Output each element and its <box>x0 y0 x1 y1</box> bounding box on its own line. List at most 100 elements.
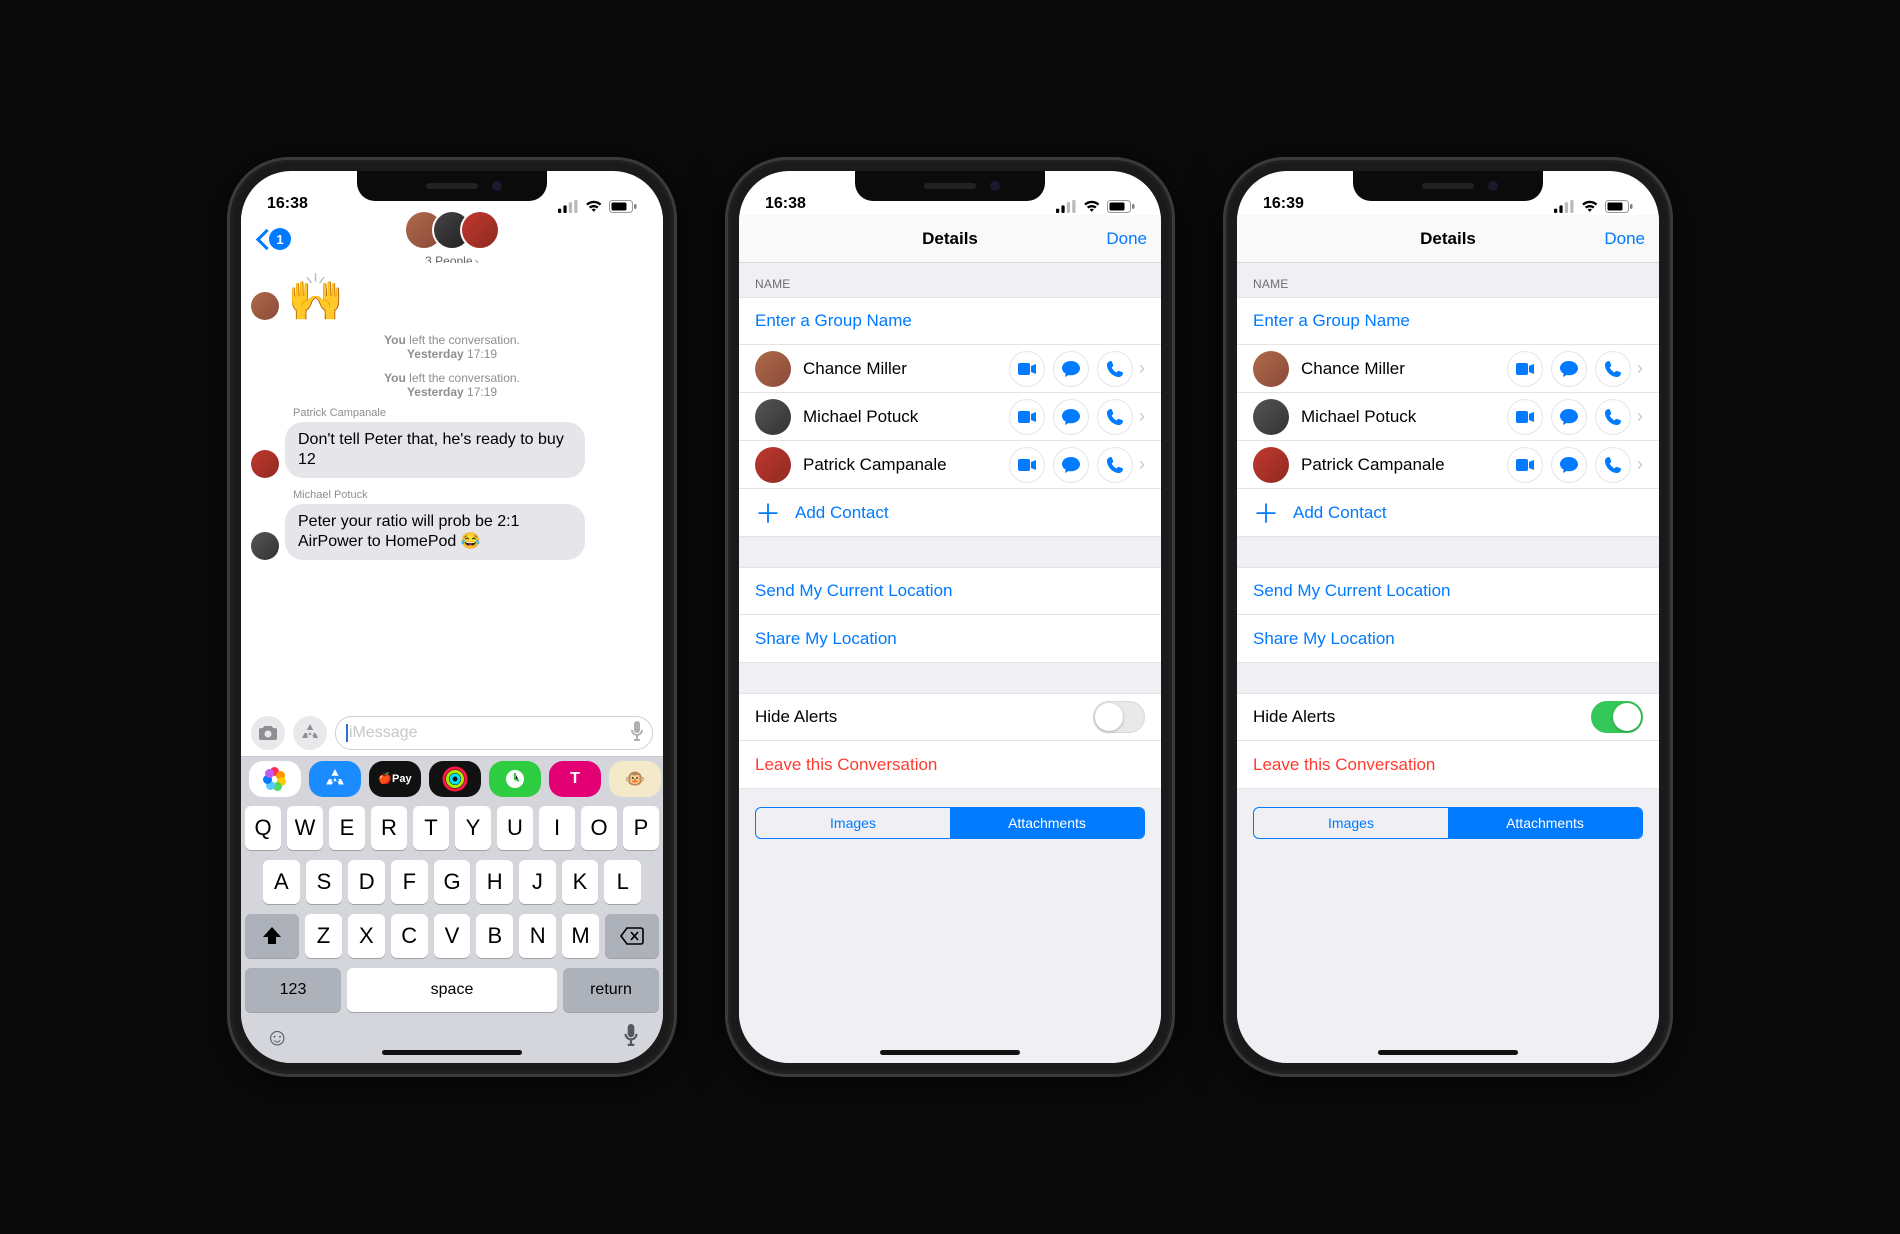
key-k[interactable]: K <box>562 860 599 904</box>
send-current-location-button[interactable]: Send My Current Location <box>1237 567 1659 615</box>
chevron-right-icon: › <box>1139 358 1145 379</box>
dictation-keyboard-button[interactable] <box>623 1024 639 1053</box>
hide-alerts-toggle[interactable] <box>1591 701 1643 733</box>
facetime-video-button[interactable] <box>1507 351 1543 387</box>
key-p[interactable]: P <box>623 806 659 850</box>
key-c[interactable]: C <box>391 914 428 958</box>
key-u[interactable]: U <box>497 806 533 850</box>
camera-button[interactable] <box>251 716 285 750</box>
key-d[interactable]: D <box>348 860 385 904</box>
key-w[interactable]: W <box>287 806 323 850</box>
segment-attachments[interactable]: Attachments <box>950 808 1144 838</box>
done-button[interactable]: Done <box>1106 229 1147 249</box>
contact-row[interactable]: Michael Potuck › <box>739 393 1161 441</box>
message-button[interactable] <box>1551 447 1587 483</box>
contact-row[interactable]: Patrick Campanale › <box>739 441 1161 489</box>
facetime-video-button[interactable] <box>1009 447 1045 483</box>
message-button[interactable] <box>1551 351 1587 387</box>
key-o[interactable]: O <box>581 806 617 850</box>
app-clock[interactable] <box>489 761 541 797</box>
group-name-field[interactable]: Enter a Group Name <box>739 297 1161 345</box>
share-my-location-button[interactable]: Share My Location <box>1237 615 1659 663</box>
done-button[interactable]: Done <box>1604 229 1645 249</box>
space-key[interactable]: space <box>347 968 557 1012</box>
segment-attachments[interactable]: Attachments <box>1448 808 1642 838</box>
home-indicator[interactable] <box>382 1050 522 1055</box>
call-button[interactable] <box>1595 399 1631 435</box>
return-key[interactable]: return <box>563 968 659 1012</box>
key-s[interactable]: S <box>306 860 343 904</box>
app-store[interactable] <box>309 761 361 797</box>
message-button[interactable] <box>1053 399 1089 435</box>
call-button[interactable] <box>1097 399 1133 435</box>
call-button[interactable] <box>1097 351 1133 387</box>
key-q[interactable]: Q <box>245 806 281 850</box>
home-indicator[interactable] <box>880 1050 1020 1055</box>
message-button[interactable] <box>1551 399 1587 435</box>
backspace-key[interactable] <box>605 914 659 958</box>
call-button[interactable] <box>1097 447 1133 483</box>
key-z[interactable]: Z <box>305 914 342 958</box>
key-j[interactable]: J <box>519 860 556 904</box>
numbers-key[interactable]: 123 <box>245 968 341 1012</box>
key-i[interactable]: I <box>539 806 575 850</box>
back-button[interactable]: 1 <box>255 228 319 250</box>
key-l[interactable]: L <box>604 860 641 904</box>
dictation-icon[interactable] <box>630 721 644 746</box>
key-a[interactable]: A <box>263 860 300 904</box>
shift-key[interactable] <box>245 914 299 958</box>
leave-conversation-button[interactable]: Leave this Conversation <box>739 741 1161 789</box>
key-b[interactable]: B <box>476 914 513 958</box>
key-g[interactable]: G <box>434 860 471 904</box>
home-indicator[interactable] <box>1378 1050 1518 1055</box>
key-r[interactable]: R <box>371 806 407 850</box>
app-activity[interactable] <box>429 761 481 797</box>
segment-images[interactable]: Images <box>756 808 950 838</box>
conversation-body[interactable]: 🙌 You left the conversation. Yesterday 1… <box>241 263 663 710</box>
hide-alerts-toggle[interactable] <box>1093 701 1145 733</box>
key-x[interactable]: X <box>348 914 385 958</box>
call-button[interactable] <box>1595 351 1631 387</box>
key-m[interactable]: M <box>562 914 599 958</box>
imessage-app-strip[interactable]: 🍎Pay T 🐵 <box>241 756 663 800</box>
contact-row[interactable]: Michael Potuck › <box>1237 393 1659 441</box>
app-photos[interactable] <box>249 761 301 797</box>
segment-images[interactable]: Images <box>1254 808 1448 838</box>
message-button[interactable] <box>1053 447 1089 483</box>
key-f[interactable]: F <box>391 860 428 904</box>
leave-conversation-button[interactable]: Leave this Conversation <box>1237 741 1659 789</box>
app-animoji[interactable]: 🐵 <box>609 761 661 797</box>
call-button[interactable] <box>1595 447 1631 483</box>
app-apple-pay[interactable]: 🍎Pay <box>369 761 421 797</box>
add-contact-button[interactable]: ＋ Add Contact <box>1237 489 1659 537</box>
contact-row[interactable]: Patrick Campanale › <box>1237 441 1659 489</box>
facetime-video-button[interactable] <box>1009 351 1045 387</box>
facetime-video-button[interactable] <box>1507 399 1543 435</box>
facetime-video-button[interactable] <box>1009 399 1045 435</box>
details-body[interactable]: NAME Enter a Group Name Chance Miller › … <box>1237 263 1659 1063</box>
contact-row[interactable]: Chance Miller › <box>1237 345 1659 393</box>
contact-row[interactable]: Chance Miller › <box>739 345 1161 393</box>
key-t[interactable]: T <box>413 806 449 850</box>
facetime-video-button[interactable] <box>1507 447 1543 483</box>
group-name-field[interactable]: Enter a Group Name <box>1237 297 1659 345</box>
group-header-button[interactable]: 3 People› <box>410 210 494 269</box>
key-n[interactable]: N <box>519 914 556 958</box>
message-input[interactable]: iMessage <box>335 716 653 750</box>
attachments-segmented-control[interactable]: Images Attachments <box>755 807 1145 839</box>
add-contact-button[interactable]: ＋ Add Contact <box>739 489 1161 537</box>
key-v[interactable]: V <box>434 914 471 958</box>
chevron-right-icon: › <box>1637 406 1643 427</box>
details-body[interactable]: NAME Enter a Group Name Chance Miller › … <box>739 263 1161 1063</box>
key-e[interactable]: E <box>329 806 365 850</box>
message-button[interactable] <box>1053 351 1089 387</box>
keyboard[interactable]: QWERTYUIOP ASDFGHJKL ZXCVBNM 123 space r… <box>241 800 663 1063</box>
attachments-segmented-control[interactable]: Images Attachments <box>1253 807 1643 839</box>
key-y[interactable]: Y <box>455 806 491 850</box>
key-h[interactable]: H <box>476 860 513 904</box>
share-my-location-button[interactable]: Share My Location <box>739 615 1161 663</box>
app-tmobile[interactable]: T <box>549 761 601 797</box>
send-current-location-button[interactable]: Send My Current Location <box>739 567 1161 615</box>
emoji-keyboard-button[interactable]: ☺ <box>265 1024 290 1053</box>
apps-button[interactable] <box>293 716 327 750</box>
